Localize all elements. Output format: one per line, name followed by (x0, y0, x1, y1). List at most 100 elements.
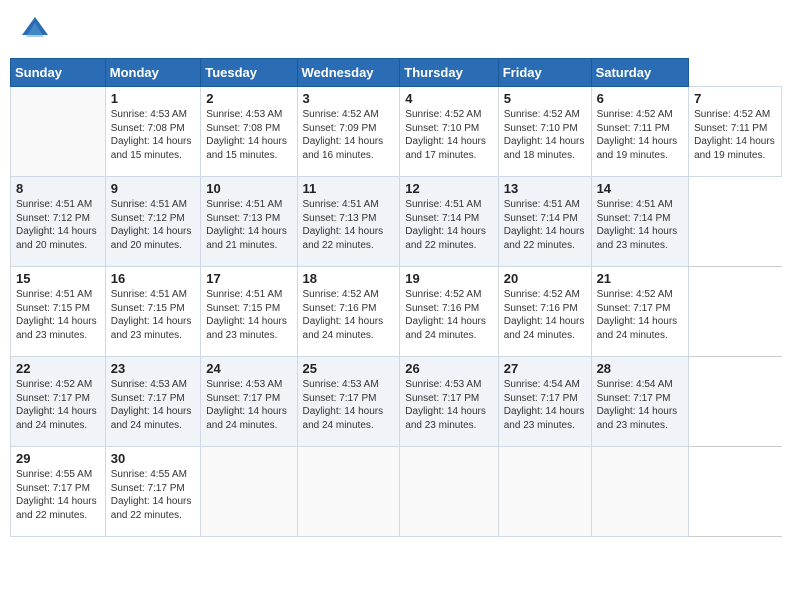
day-cell-27: 27 Sunrise: 4:54 AMSunset: 7:17 PMDayligh… (498, 357, 591, 447)
empty-cell (297, 447, 400, 537)
calendar-header-row: SundayMondayTuesdayWednesdayThursdayFrid… (11, 59, 782, 87)
day-cell-30: 30 Sunrise: 4:55 AMSunset: 7:17 PMDayligh… (105, 447, 200, 537)
header-day-sunday: Sunday (11, 59, 106, 87)
calendar-week-2: 8Sunrise: 4:51 AMSunset: 7:12 PMDaylight… (11, 177, 782, 267)
day-number: 24 (206, 361, 291, 376)
empty-cell (498, 447, 591, 537)
day-number: 26 (405, 361, 492, 376)
day-cell-19: 19 Sunrise: 4:52 AMSunset: 7:16 PMDayligh… (400, 267, 498, 357)
header-day-friday: Friday (498, 59, 591, 87)
day-number: 18 (303, 271, 395, 286)
day-cell-22: 22 Sunrise: 4:52 AMSunset: 7:17 PMDayligh… (11, 357, 106, 447)
day-info: Sunrise: 4:53 AMSunset: 7:17 PMDaylight:… (206, 378, 291, 432)
day-info: Sunrise: 4:55 AMSunset: 7:17 PMDaylight:… (111, 468, 195, 522)
empty-cell (591, 447, 689, 537)
day-number: 15 (16, 271, 100, 286)
day-number: 29 (16, 451, 100, 466)
day-cell-3: 3 Sunrise: 4:52 AMSunset: 7:09 PMDaylight… (297, 87, 400, 177)
day-number: 9 (111, 181, 195, 196)
day-cell-11: 11Sunrise: 4:51 AMSunset: 7:13 PMDayligh… (297, 177, 400, 267)
day-number: 7 (694, 91, 776, 106)
day-cell-10: 10Sunrise: 4:51 AMSunset: 7:13 PMDayligh… (201, 177, 297, 267)
day-info: Sunrise: 4:52 AMSunset: 7:09 PMDaylight:… (303, 108, 395, 162)
day-info: Sunrise: 4:53 AMSunset: 7:17 PMDaylight:… (111, 378, 195, 432)
calendar-week-4: 22 Sunrise: 4:52 AMSunset: 7:17 PMDayligh… (11, 357, 782, 447)
day-number: 19 (405, 271, 492, 286)
day-info: Sunrise: 4:51 AMSunset: 7:12 PMDaylight:… (16, 198, 100, 252)
day-info: Sunrise: 4:54 AMSunset: 7:17 PMDaylight:… (597, 378, 684, 432)
day-number: 5 (504, 91, 586, 106)
calendar-week-1: 1 Sunrise: 4:53 AMSunset: 7:08 PMDaylight… (11, 87, 782, 177)
day-info: Sunrise: 4:52 AMSunset: 7:16 PMDaylight:… (303, 288, 395, 342)
day-cell-18: 18 Sunrise: 4:52 AMSunset: 7:16 PMDayligh… (297, 267, 400, 357)
day-cell-25: 25Sunrise: 4:53 AMSunset: 7:17 PMDayligh… (297, 357, 400, 447)
day-cell-8: 8Sunrise: 4:51 AMSunset: 7:12 PMDaylight… (11, 177, 106, 267)
day-info: Sunrise: 4:51 AMSunset: 7:12 PMDaylight:… (111, 198, 195, 252)
day-number: 12 (405, 181, 492, 196)
day-number: 3 (303, 91, 395, 106)
day-cell-20: 20 Sunrise: 4:52 AMSunset: 7:16 PMDayligh… (498, 267, 591, 357)
day-number: 30 (111, 451, 195, 466)
day-number: 2 (206, 91, 291, 106)
empty-cell (11, 87, 106, 177)
calendar-table: SundayMondayTuesdayWednesdayThursdayFrid… (10, 58, 782, 537)
day-info: Sunrise: 4:52 AMSunset: 7:11 PMDaylight:… (694, 108, 776, 162)
day-info: Sunrise: 4:53 AMSunset: 7:17 PMDaylight:… (303, 378, 395, 432)
day-info: Sunrise: 4:52 AMSunset: 7:10 PMDaylight:… (405, 108, 492, 162)
day-number: 6 (597, 91, 684, 106)
day-cell-12: 12 Sunrise: 4:51 AMSunset: 7:14 PMDayligh… (400, 177, 498, 267)
day-number: 17 (206, 271, 291, 286)
day-cell-9: 9 Sunrise: 4:51 AMSunset: 7:12 PMDaylight… (105, 177, 200, 267)
day-number: 22 (16, 361, 100, 376)
day-cell-26: 26 Sunrise: 4:53 AMSunset: 7:17 PMDayligh… (400, 357, 498, 447)
day-number: 13 (504, 181, 586, 196)
header-day-wednesday: Wednesday (297, 59, 400, 87)
day-info: Sunrise: 4:55 AMSunset: 7:17 PMDaylight:… (16, 468, 100, 522)
day-info: Sunrise: 4:52 AMSunset: 7:17 PMDaylight:… (16, 378, 100, 432)
day-info: Sunrise: 4:53 AMSunset: 7:17 PMDaylight:… (405, 378, 492, 432)
header-day-saturday: Saturday (591, 59, 689, 87)
day-info: Sunrise: 4:51 AMSunset: 7:14 PMDaylight:… (504, 198, 586, 252)
day-number: 14 (597, 181, 684, 196)
day-cell-13: 13 Sunrise: 4:51 AMSunset: 7:14 PMDayligh… (498, 177, 591, 267)
day-cell-24: 24 Sunrise: 4:53 AMSunset: 7:17 PMDayligh… (201, 357, 297, 447)
day-info: Sunrise: 4:52 AMSunset: 7:11 PMDaylight:… (597, 108, 684, 162)
day-cell-29: 29 Sunrise: 4:55 AMSunset: 7:17 PMDayligh… (11, 447, 106, 537)
day-cell-28: 28 Sunrise: 4:54 AMSunset: 7:17 PMDayligh… (591, 357, 689, 447)
day-number: 23 (111, 361, 195, 376)
day-cell-21: 21 Sunrise: 4:52 AMSunset: 7:17 PMDayligh… (591, 267, 689, 357)
day-info: Sunrise: 4:51 AMSunset: 7:13 PMDaylight:… (303, 198, 395, 252)
day-cell-1: 1Sunrise: 4:53 AMSunset: 7:08 PMDaylight… (105, 87, 200, 177)
day-number: 21 (597, 271, 684, 286)
logo (20, 15, 54, 45)
day-cell-6: 6 Sunrise: 4:52 AMSunset: 7:11 PMDaylight… (591, 87, 689, 177)
day-info: Sunrise: 4:52 AMSunset: 7:10 PMDaylight:… (504, 108, 586, 162)
day-info: Sunrise: 4:52 AMSunset: 7:16 PMDaylight:… (504, 288, 586, 342)
day-number: 1 (111, 91, 195, 106)
day-info: Sunrise: 4:51 AMSunset: 7:15 PMDaylight:… (206, 288, 291, 342)
header-day-tuesday: Tuesday (201, 59, 297, 87)
day-cell-4: 4 Sunrise: 4:52 AMSunset: 7:10 PMDaylight… (400, 87, 498, 177)
day-info: Sunrise: 4:53 AMSunset: 7:08 PMDaylight:… (206, 108, 291, 162)
header-day-thursday: Thursday (400, 59, 498, 87)
day-cell-16: 16Sunrise: 4:51 AMSunset: 7:15 PMDayligh… (105, 267, 200, 357)
day-cell-5: 5 Sunrise: 4:52 AMSunset: 7:10 PMDaylight… (498, 87, 591, 177)
day-cell-14: 14Sunrise: 4:51 AMSunset: 7:14 PMDayligh… (591, 177, 689, 267)
day-info: Sunrise: 4:51 AMSunset: 7:15 PMDaylight:… (111, 288, 195, 342)
day-info: Sunrise: 4:54 AMSunset: 7:17 PMDaylight:… (504, 378, 586, 432)
day-number: 4 (405, 91, 492, 106)
logo-icon (20, 15, 50, 45)
day-number: 27 (504, 361, 586, 376)
day-cell-17: 17 Sunrise: 4:51 AMSunset: 7:15 PMDayligh… (201, 267, 297, 357)
day-cell-15: 15Sunrise: 4:51 AMSunset: 7:15 PMDayligh… (11, 267, 106, 357)
day-number: 20 (504, 271, 586, 286)
day-info: Sunrise: 4:51 AMSunset: 7:14 PMDaylight:… (405, 198, 492, 252)
day-info: Sunrise: 4:52 AMSunset: 7:17 PMDaylight:… (597, 288, 684, 342)
empty-cell (400, 447, 498, 537)
day-cell-23: 23 Sunrise: 4:53 AMSunset: 7:17 PMDayligh… (105, 357, 200, 447)
day-info: Sunrise: 4:52 AMSunset: 7:16 PMDaylight:… (405, 288, 492, 342)
day-info: Sunrise: 4:51 AMSunset: 7:13 PMDaylight:… (206, 198, 291, 252)
day-number: 28 (597, 361, 684, 376)
calendar-week-5: 29 Sunrise: 4:55 AMSunset: 7:17 PMDayligh… (11, 447, 782, 537)
page-header (10, 10, 782, 50)
